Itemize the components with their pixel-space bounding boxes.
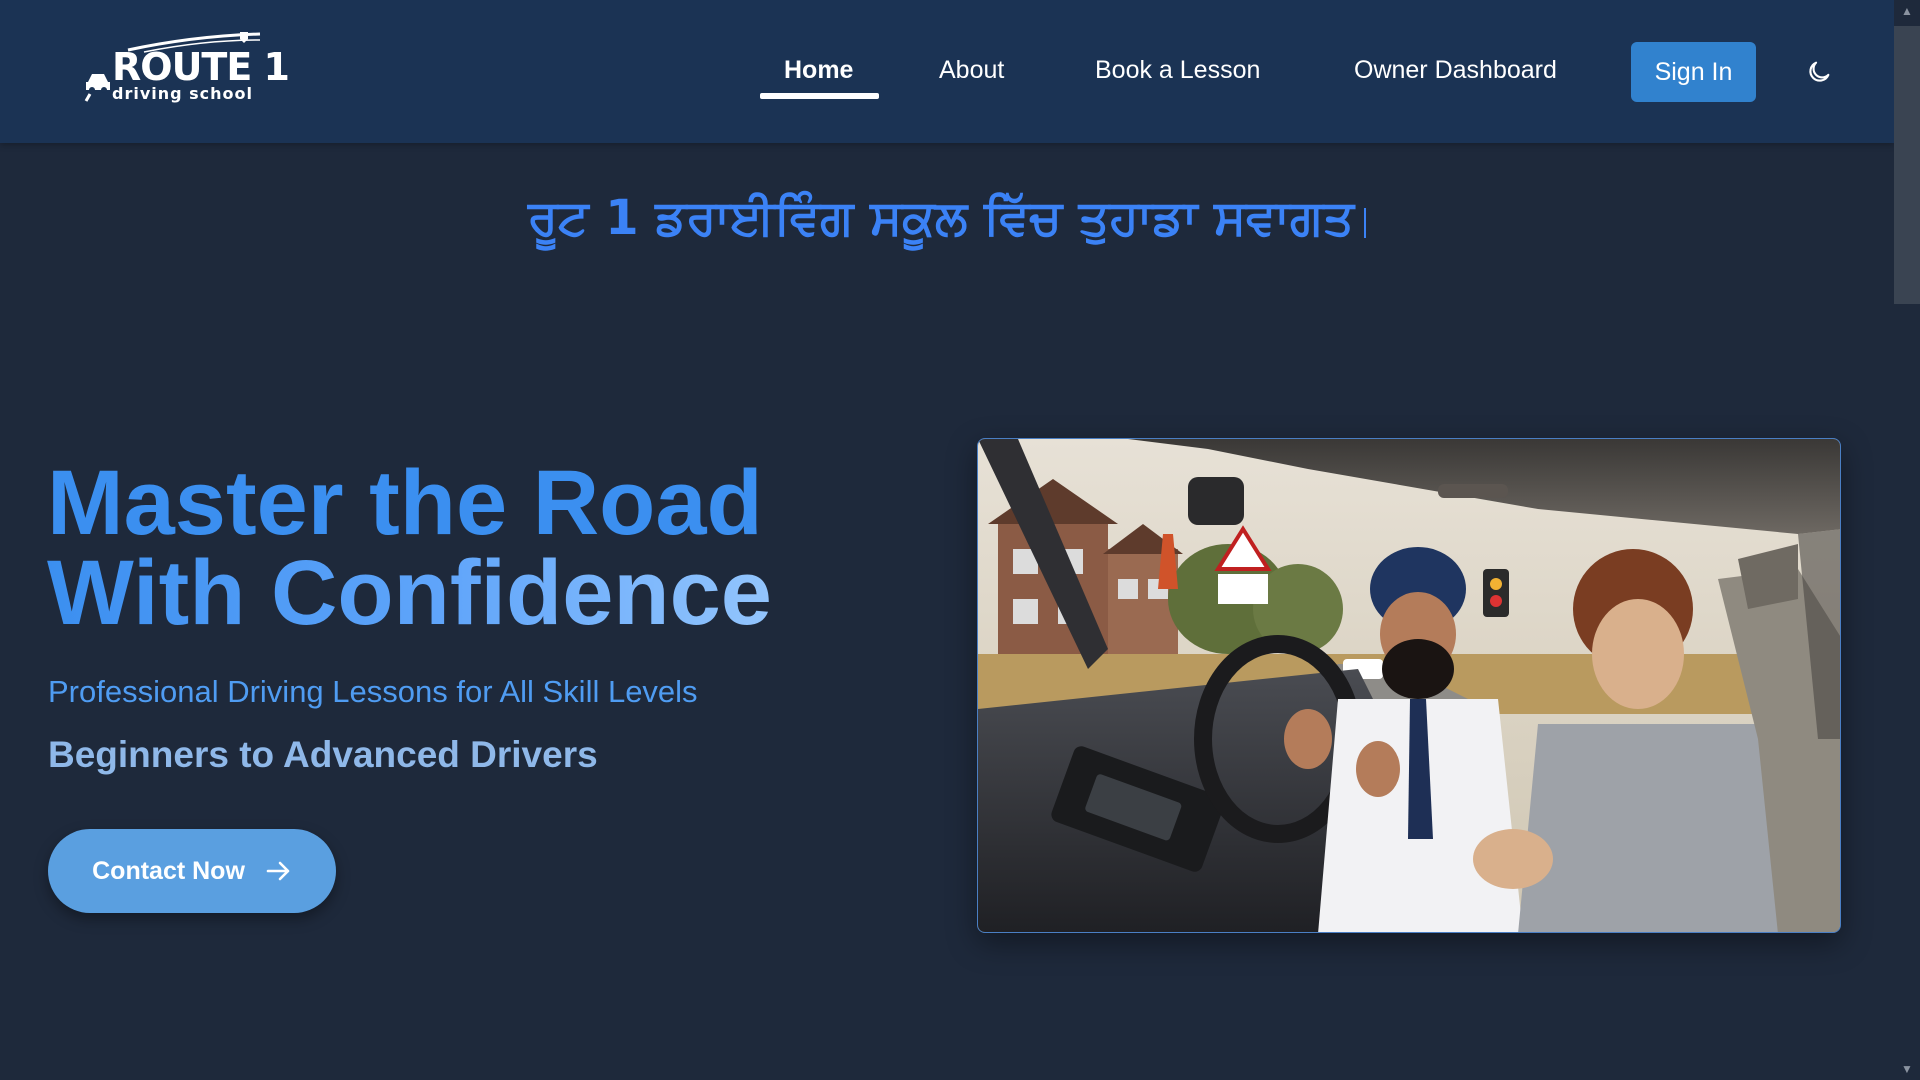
route1-logo[interactable]: ROUTE 1 driving school [84,30,290,110]
logo-tagline: driving school [112,84,254,103]
hero-title-line2: With Confidence [47,542,772,644]
nav-owner-dashboard[interactable]: Owner Dashboard [1354,56,1557,85]
top-navbar: ROUTE 1 driving school Home About Book a… [0,0,1894,143]
logo-wordmark: ROUTE 1 [112,45,290,89]
scroll-down-icon[interactable]: ▼ [1894,1058,1920,1080]
moon-icon[interactable] [1805,58,1833,86]
nav-book-a-lesson[interactable]: Book a Lesson [1095,56,1260,85]
contact-now-label: Contact Now [92,856,245,885]
hero-subtitle-levels: Beginners to Advanced Drivers [48,734,598,775]
nav-active-underline [760,93,879,99]
scroll-thumb[interactable] [1894,26,1920,304]
logo-car-icon [84,74,110,102]
nav-about[interactable]: About [939,56,1004,85]
nav-home[interactable]: Home [784,56,853,85]
typing-cursor [1364,208,1367,238]
welcome-text: ਰੂਟ 1 ਡਰਾਈਵਿੰਗ ਸਕੂਲ ਵਿੱਚ ਤੁਹਾਡਾ ਸਵਾਗਤ [527,190,1355,246]
contact-now-button[interactable]: Contact Now [48,829,336,913]
page: ROUTE 1 driving school Home About Book a… [0,0,1920,1080]
arrow-right-icon [266,862,290,881]
page-scrollbar[interactable]: ▲ ▼ [1894,0,1920,1080]
hero-subtitle: Professional Driving Lessons for All Ski… [48,674,698,709]
scroll-up-icon[interactable]: ▲ [1894,0,1920,22]
hero-title-line1: Master the Road [47,452,763,554]
hero-image-frame [977,438,1841,933]
sign-in-button[interactable]: Sign In [1631,42,1756,102]
welcome-banner: ਰੂਟ 1 ਡਰਾਈਵਿੰਗ ਸਕੂਲ ਵਿੱਚ ਤੁਹਾਡਾ ਸਵਾਗਤ [0,190,1894,247]
driving-lesson-illustration [978,439,1840,932]
hero-title: Master the Road With Confidence [47,452,772,644]
